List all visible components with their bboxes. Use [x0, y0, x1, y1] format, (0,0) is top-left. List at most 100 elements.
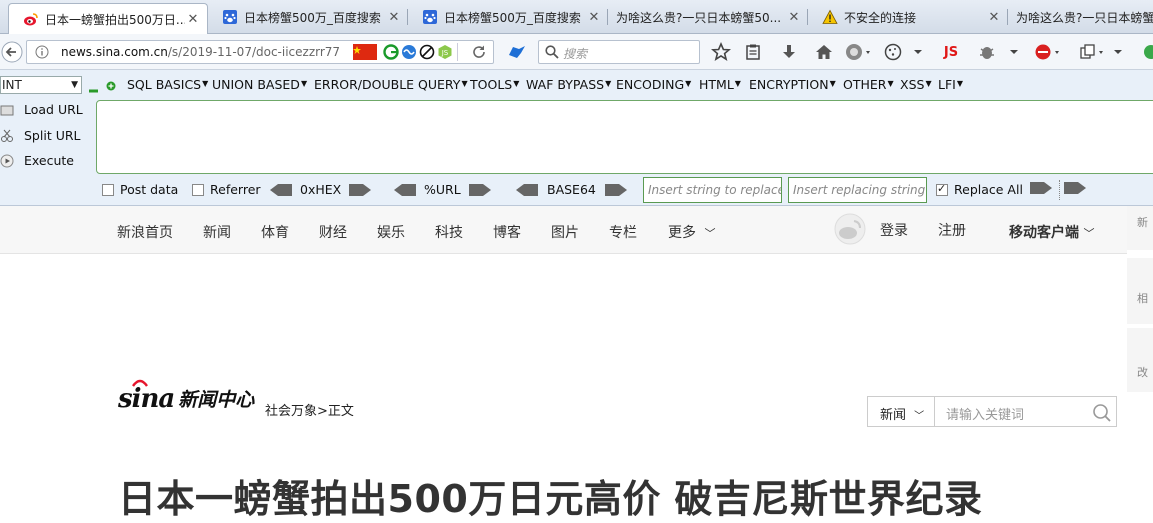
js-toggle-button[interactable]: JS — [936, 42, 966, 62]
menu-encoding[interactable]: ENCODING▼ — [616, 77, 691, 92]
close-icon[interactable]: ✕ — [386, 10, 402, 25]
china-flag-icon[interactable] — [353, 44, 377, 63]
login-link[interactable]: 登录 — [880, 220, 908, 240]
addon-wave-icon[interactable] — [401, 44, 417, 63]
url-bar[interactable]: news.sina.com.cn/s/2019-11-07/doc-iicezz… — [26, 40, 494, 64]
menu-union-based[interactable]: UNION BASED▼ — [212, 77, 307, 92]
checkbox-box[interactable] — [192, 183, 204, 196]
close-icon[interactable]: ✕ — [586, 10, 602, 25]
post-data-checkbox[interactable]: Post data — [102, 182, 178, 197]
cookie-menu-button[interactable] — [910, 44, 926, 60]
search-box[interactable]: 搜索 — [538, 40, 700, 64]
copy-addon-button[interactable] — [1076, 41, 1106, 63]
home-button[interactable] — [813, 41, 835, 63]
nav-link-tech[interactable]: 科技 — [435, 222, 463, 242]
toolbar-overflow-button[interactable] — [1110, 44, 1126, 60]
checkbox-box[interactable] — [936, 182, 948, 196]
menu-lfi[interactable]: LFI▼ — [938, 77, 963, 92]
menu-tools[interactable]: TOOLS▼ — [470, 77, 519, 92]
menu-xss[interactable]: XSS▼ — [900, 77, 932, 92]
tab-3[interactable]: 日本榜蟹500万_百度搜索 ✕ — [408, 3, 608, 31]
minus-icon[interactable] — [89, 83, 98, 97]
weibo-avatar-icon[interactable] — [834, 213, 866, 248]
right-arrow-icon[interactable] — [1064, 182, 1086, 194]
left-arrow-icon[interactable] — [394, 183, 416, 196]
addon-js-icon[interactable]: JS — [437, 44, 453, 63]
search-icon[interactable] — [1092, 403, 1112, 426]
menu-waf-bypass[interactable]: WAF BYPASS▼ — [526, 77, 611, 92]
right-arrow-icon[interactable] — [349, 183, 372, 196]
tab-1[interactable]: 日本一螃蟹拍出500万日... ✕ — [8, 3, 208, 34]
star-icon — [711, 42, 731, 61]
back-button[interactable] — [0, 38, 24, 66]
menu-encryption[interactable]: ENCRYPTION▼ — [749, 77, 836, 92]
close-icon[interactable]: ✕ — [986, 10, 1002, 25]
nav-link-finance[interactable]: 财经 — [319, 222, 347, 242]
hex-encode-control[interactable]: 0xHEX — [270, 182, 372, 197]
bookmark-button[interactable] — [710, 41, 732, 63]
profile-button[interactable] — [843, 41, 873, 63]
hackbar-type-select[interactable]: INT ▼ — [0, 76, 82, 94]
reading-list-button[interactable] — [742, 41, 764, 63]
sina-news-logo[interactable]: sina 新闻中心 — [118, 379, 254, 414]
nav-link-entertainment[interactable]: 娱乐 — [377, 222, 405, 242]
partial-addon-button[interactable] — [1138, 42, 1153, 62]
addon-g-icon[interactable] — [383, 44, 399, 63]
replace-arrow-control[interactable] — [1030, 182, 1052, 194]
firebug-button[interactable] — [976, 41, 998, 63]
fox-addon-button[interactable] — [506, 42, 528, 62]
info-icon[interactable] — [35, 45, 49, 62]
nav-link-photos[interactable]: 图片 — [551, 222, 579, 242]
close-icon[interactable]: ✕ — [786, 10, 802, 25]
load-url-button[interactable]: Load URL — [0, 102, 83, 117]
mobile-client-menu[interactable]: 移动客户端 ﹀ — [1009, 222, 1094, 242]
tab-2[interactable]: 日本榜蟹500万_百度搜索 ✕ — [208, 3, 408, 31]
rail-item-3[interactable]: 改 — [1127, 328, 1153, 392]
close-icon[interactable]: ✕ — [185, 12, 201, 27]
execute-button[interactable]: Execute — [0, 153, 74, 168]
base64-encode-control[interactable]: BASE64 — [516, 182, 627, 197]
right-arrow-icon[interactable] — [1030, 182, 1052, 194]
url-encode-control[interactable]: %URL — [394, 182, 491, 197]
menu-html[interactable]: HTML▼ — [699, 77, 741, 92]
referrer-checkbox[interactable]: Referrer — [192, 182, 261, 197]
checkbox-box[interactable] — [102, 183, 114, 196]
noscript-icon[interactable] — [419, 44, 435, 63]
tab-6[interactable]: 为啥这么贵?一只日本螃蟹 — [1008, 3, 1153, 31]
left-arrow-icon[interactable] — [516, 183, 538, 196]
menu-sql-basics[interactable]: SQL BASICS▼ — [127, 77, 208, 92]
rail-item-1[interactable]: 新 — [1127, 206, 1153, 250]
menu-error-double-query[interactable]: ERROR/DOUBLE QUERY▼ — [314, 77, 468, 92]
right-arrow-icon[interactable] — [604, 183, 627, 196]
tab-5[interactable]: 不安全的连接 ✕ — [808, 3, 1008, 31]
breadcrumb-section[interactable]: 社会万象 — [265, 404, 317, 419]
left-arrow-icon[interactable] — [270, 183, 292, 196]
replace-all-checkbox[interactable]: Replace All — [936, 182, 1023, 197]
url-text[interactable]: news.sina.com.cn/s/2019-11-07/doc-iicezz… — [61, 45, 340, 59]
register-link[interactable]: 注册 — [938, 220, 966, 240]
hackbar-url-textarea[interactable] — [96, 100, 1153, 174]
rail-item-2[interactable]: 相 — [1127, 258, 1153, 324]
nav-more-menu[interactable]: 更多 ﹀ — [668, 222, 715, 242]
firebug-menu-button[interactable] — [1006, 44, 1022, 60]
split-url-button[interactable]: Split URL — [0, 128, 81, 143]
replace-arrow-control-2[interactable] — [1064, 182, 1086, 194]
downloads-button[interactable] — [778, 41, 800, 63]
nav-link-news[interactable]: 新闻 — [203, 222, 231, 242]
insert-string-input[interactable]: Insert string to replace — [643, 177, 782, 203]
nav-link-blog[interactable]: 博客 — [493, 222, 521, 242]
plus-icon[interactable] — [106, 80, 116, 94]
tab-4[interactable]: 为啥这么贵?一只日本螃蟹50... ✕ — [608, 3, 808, 31]
search-category-select[interactable]: 新闻 ﹀ — [868, 397, 935, 426]
red-flag-icon — [1035, 44, 1059, 60]
insert-replacing-input[interactable]: Insert replacing string — [788, 177, 927, 203]
redflag-addon-button[interactable] — [1032, 41, 1062, 63]
right-arrow-icon[interactable] — [468, 183, 491, 196]
menu-other[interactable]: OTHER▼ — [843, 77, 894, 92]
search-keyword-input[interactable]: 请输入关键词 — [946, 404, 1024, 423]
cookie-button[interactable] — [882, 41, 904, 63]
reload-icon[interactable] — [471, 44, 487, 63]
nav-link-home[interactable]: 新浪首页 — [117, 222, 173, 242]
nav-link-columns[interactable]: 专栏 — [609, 222, 637, 242]
nav-link-sports[interactable]: 体育 — [261, 222, 289, 242]
